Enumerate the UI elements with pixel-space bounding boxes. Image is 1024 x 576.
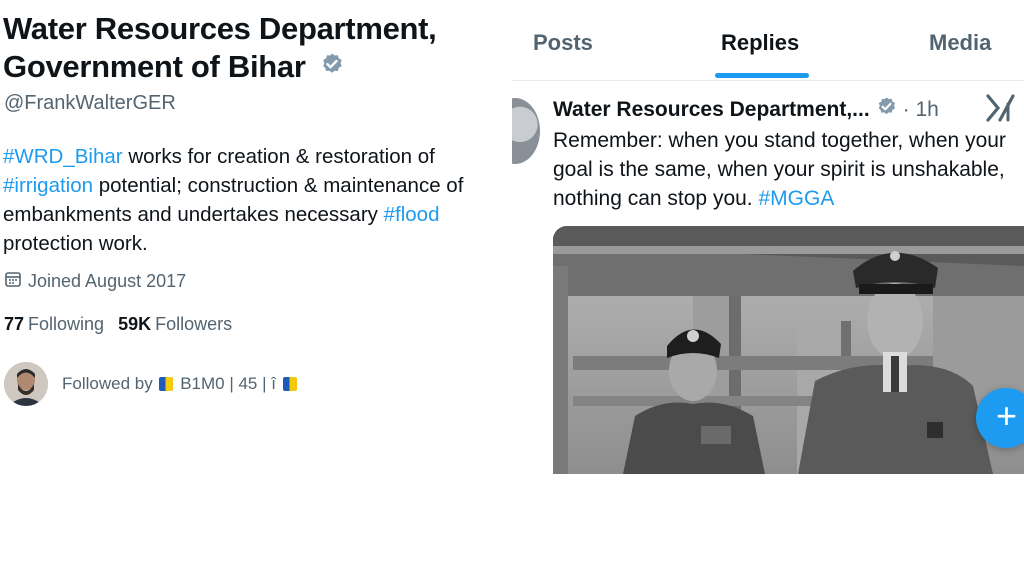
tab-replies[interactable]: Replies — [721, 30, 799, 56]
active-tab-indicator — [715, 73, 809, 78]
profile-bio: #WRD_Bihar works for creation & restorat… — [3, 142, 513, 258]
post-author-name[interactable]: Water Resources Department,... — [553, 98, 870, 122]
post-image[interactable] — [553, 226, 1024, 474]
followed-by[interactable]: Followed by B1M0 | 45 | î — [4, 362, 299, 406]
bio-text: protection work. — [3, 232, 148, 255]
flag-icon — [159, 377, 174, 391]
followers-link[interactable]: 59K Followers — [118, 314, 232, 335]
bio-text: works for creation & restoration of — [122, 145, 435, 168]
profile-name-line2: Government of Bihar — [3, 49, 306, 84]
timeline-panel: Posts Replies Media Water Resources Depa… — [512, 0, 1024, 476]
flag-icon — [282, 377, 297, 391]
tab-posts[interactable]: Posts — [533, 30, 593, 56]
profile-name-line1: Water Resources Department, — [3, 11, 437, 46]
profile-header: Water Resources Department, Government o… — [0, 0, 510, 420]
post-time[interactable]: · 1h — [903, 98, 939, 122]
post-avatar[interactable] — [512, 98, 540, 164]
tab-media[interactable]: Media — [929, 30, 991, 56]
profile-name: Water Resources Department, Government o… — [3, 10, 503, 86]
plus-icon: + — [996, 395, 1018, 436]
followed-by-name: B1M0 | 45 | î — [180, 374, 276, 393]
verified-badge-icon[interactable] — [320, 47, 344, 85]
x-grok-icon[interactable] — [986, 94, 1016, 127]
profile-handle: @FrankWalterGER — [4, 92, 176, 114]
joined-date: Joined August 2017 — [4, 270, 186, 293]
follow-stats: 77 Following 59K Followers — [4, 314, 232, 335]
avatar[interactable] — [4, 362, 48, 406]
followed-by-prefix: Followed by — [62, 374, 153, 393]
hashtag-link[interactable]: #flood — [384, 203, 440, 226]
hashtag-link[interactable]: #irrigation — [3, 174, 93, 197]
calendar-icon — [4, 270, 22, 293]
joined-label: Joined August 2017 — [28, 271, 187, 291]
following-link[interactable]: 77 Following — [4, 314, 104, 335]
post-text: Remember: when you stand together, when … — [553, 126, 1023, 213]
hashtag-link[interactable]: #WRD_Bihar — [3, 145, 123, 168]
verified-badge-icon — [876, 96, 897, 123]
post-header: Water Resources Department,... · 1h — [553, 96, 939, 123]
hashtag-link[interactable]: #MGGA — [758, 187, 834, 210]
profile-tabs: Posts Replies Media — [512, 0, 1024, 81]
